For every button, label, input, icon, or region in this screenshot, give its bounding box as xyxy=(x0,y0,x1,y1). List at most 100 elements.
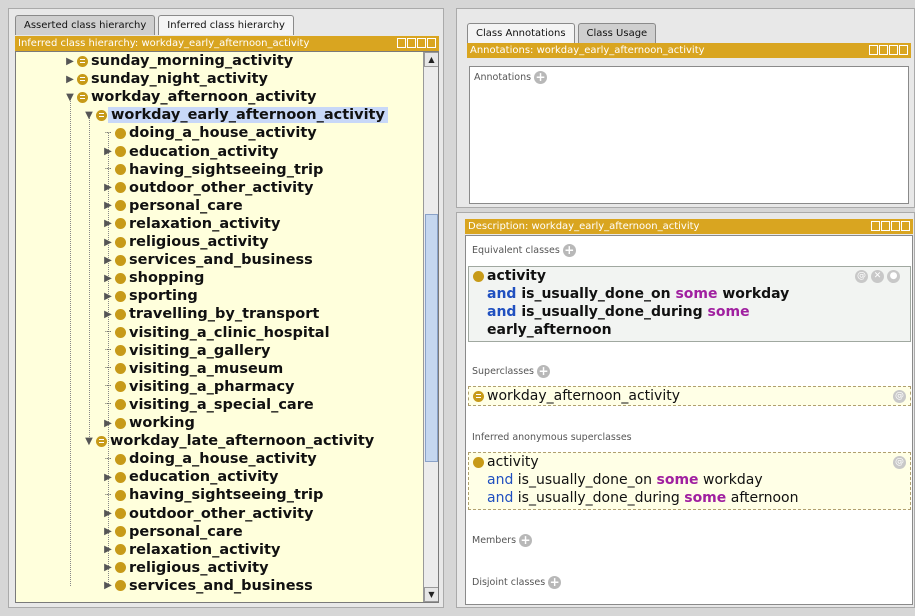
class-tree[interactable]: ▲ ▼ ▶ sunday_morning_activity ▶ sunday_nigh… xyxy=(15,51,439,603)
class-icon xyxy=(115,272,126,284)
tree-node[interactable]: ┈ visiting_a_pharmacy xyxy=(102,378,295,396)
view-icon-1[interactable] xyxy=(871,221,880,231)
class-icon xyxy=(473,270,484,282)
add-member-icon[interactable]: + xyxy=(519,534,533,547)
collapsed-arrow-icon[interactable]: ▶ xyxy=(102,472,114,483)
tree-node[interactable]: ▶ personal_care xyxy=(102,523,243,541)
tree-node[interactable]: ▶ education_activity xyxy=(102,143,278,161)
annotate-icon[interactable]: @ xyxy=(893,390,906,403)
tab-class-annotations[interactable]: Class Annotations xyxy=(467,23,575,43)
view-icon-3[interactable] xyxy=(889,45,898,55)
superclass-item[interactable]: workday_afternoon_activity @ xyxy=(468,386,911,406)
tab-inferred-hierarchy[interactable]: Inferred class hierarchy xyxy=(158,15,294,35)
tree-node[interactable]: ▶ travelling_by_transport xyxy=(102,305,319,323)
tree-node[interactable]: ┈ visiting_a_special_care xyxy=(102,396,314,414)
scroll-down-button[interactable]: ▼ xyxy=(424,587,438,602)
collapsed-arrow-icon[interactable]: ▶ xyxy=(102,146,114,157)
view-icon-2[interactable] xyxy=(879,45,888,55)
collapsed-arrow-icon[interactable]: ▶ xyxy=(102,218,114,229)
tree-node[interactable]: ▼ workday_afternoon_activity xyxy=(64,88,316,106)
view-icon-2[interactable] xyxy=(407,38,416,48)
collapsed-arrow-icon[interactable]: ▶ xyxy=(102,291,114,302)
tree-node[interactable]: ▶ outdoor_other_activity xyxy=(102,505,313,523)
close-view-icon[interactable] xyxy=(427,38,436,48)
tree-node[interactable]: ┈ having_sightseeing_trip xyxy=(102,161,323,179)
edit-icon[interactable]: ● xyxy=(887,270,900,283)
view-icon-2[interactable] xyxy=(881,221,890,231)
tree-node[interactable]: ┈ having_sightseeing_trip xyxy=(102,486,323,504)
expanded-arrow-icon[interactable]: ▼ xyxy=(64,92,76,103)
view-icon-1[interactable] xyxy=(869,45,878,55)
tree-node[interactable]: ▶ sunday_morning_activity xyxy=(64,52,293,70)
tree-node[interactable]: ▶ religious_activity xyxy=(102,559,268,577)
tree-node[interactable]: ▶ outdoor_other_activity xyxy=(102,179,313,197)
view-icon-1[interactable] xyxy=(397,38,406,48)
collapsed-arrow-icon[interactable]: ▶ xyxy=(102,526,114,537)
tree-node[interactable]: ▶ education_activity xyxy=(102,468,278,486)
collapsed-arrow-icon[interactable]: ▶ xyxy=(102,508,114,519)
tree-scrollbar[interactable]: ▲ ▼ xyxy=(423,52,438,602)
tree-node[interactable]: ▼ workday_early_afternoon_activity xyxy=(83,106,388,124)
class-icon xyxy=(115,381,126,393)
members-label: Members xyxy=(472,535,517,546)
scroll-thumb[interactable] xyxy=(425,214,438,462)
class-icon xyxy=(115,146,126,157)
equivalent-class-expression[interactable]: activity and is_usually_done_on some wor… xyxy=(468,266,911,342)
delete-icon[interactable]: ✕ xyxy=(871,270,884,283)
add-equivalent-class-icon[interactable]: + xyxy=(562,244,576,257)
collapsed-arrow-icon[interactable]: ▶ xyxy=(102,418,114,429)
collapsed-arrow-icon[interactable]: ▶ xyxy=(102,309,114,320)
annotations-view-controls[interactable] xyxy=(869,45,908,55)
tree-node[interactable]: ▶ services_and_business xyxy=(102,577,313,595)
tree-node[interactable]: ▶ sunday_night_activity xyxy=(64,70,268,88)
tree-node[interactable]: ▶ shopping xyxy=(102,269,204,287)
tree-node[interactable]: ┈ visiting_a_gallery xyxy=(102,342,270,360)
tree-node[interactable]: ┈ doing_a_house_activity xyxy=(102,124,317,142)
collapsed-arrow-icon[interactable]: ▶ xyxy=(102,255,114,266)
tree-node[interactable]: ▶ relaxation_activity xyxy=(102,541,280,559)
collapsed-arrow-icon[interactable]: ▶ xyxy=(102,237,114,248)
add-superclass-icon[interactable]: + xyxy=(537,365,551,378)
inferred-superclass-expression[interactable]: activity and is_usually_done_on some wor… xyxy=(468,452,911,510)
collapsed-arrow-icon[interactable]: ▶ xyxy=(102,273,114,284)
view-icon-3[interactable] xyxy=(417,38,426,48)
tree-node[interactable]: ▶ relaxation_activity xyxy=(102,215,280,233)
tree-node[interactable]: ▶ working xyxy=(102,414,195,432)
close-view-icon[interactable] xyxy=(899,45,908,55)
class-icon xyxy=(115,508,126,519)
expanded-arrow-icon[interactable]: ▼ xyxy=(83,436,95,447)
description-view-controls[interactable] xyxy=(871,221,910,231)
collapsed-arrow-icon[interactable]: ▶ xyxy=(102,200,114,211)
scroll-up-button[interactable]: ▲ xyxy=(424,52,438,67)
tab-class-usage[interactable]: Class Usage xyxy=(577,23,657,43)
annotations-pane: Class Annotations Class Usage Annotation… xyxy=(456,8,915,208)
close-view-icon[interactable] xyxy=(901,221,910,231)
collapsed-arrow-icon[interactable]: ▶ xyxy=(102,544,114,555)
tree-node-label: sunday_morning_activity xyxy=(91,53,294,69)
collapsed-arrow-icon[interactable]: ▶ xyxy=(64,56,76,67)
tree-node[interactable]: ▶ personal_care xyxy=(102,197,243,215)
tree-node-label: relaxation_activity xyxy=(129,215,281,232)
tree-node[interactable]: ┈ visiting_a_clinic_hospital xyxy=(102,324,330,342)
collapsed-arrow-icon[interactable]: ▶ xyxy=(102,562,114,573)
class-icon xyxy=(115,127,126,139)
collapsed-arrow-icon[interactable]: ▶ xyxy=(102,182,114,193)
annotate-icon[interactable]: @ xyxy=(893,456,906,469)
tree-node[interactable]: ▶ services_and_business xyxy=(102,251,313,269)
expanded-arrow-icon[interactable]: ▼ xyxy=(83,110,95,121)
class-icon xyxy=(115,308,126,320)
tree-node[interactable]: ▶ religious_activity xyxy=(102,233,268,251)
tree-node-label: sunday_night_activity xyxy=(91,71,268,88)
tree-node[interactable]: ▶ sporting xyxy=(102,287,198,305)
tree-node[interactable]: ┈ doing_a_house_activity xyxy=(102,450,317,468)
annotate-icon[interactable]: @ xyxy=(855,270,868,283)
add-disjoint-class-icon[interactable]: + xyxy=(548,576,562,589)
tab-asserted-hierarchy[interactable]: Asserted class hierarchy xyxy=(15,15,156,35)
collapsed-arrow-icon[interactable]: ▶ xyxy=(102,580,114,591)
view-controls[interactable] xyxy=(397,38,436,48)
collapsed-arrow-icon[interactable]: ▶ xyxy=(64,74,76,85)
tree-node[interactable]: ▼ workday_late_afternoon_activity xyxy=(83,432,374,450)
tree-node[interactable]: ┈ visiting_a_museum xyxy=(102,360,283,378)
view-icon-3[interactable] xyxy=(891,221,900,231)
add-annotation-icon[interactable]: + xyxy=(534,71,548,84)
